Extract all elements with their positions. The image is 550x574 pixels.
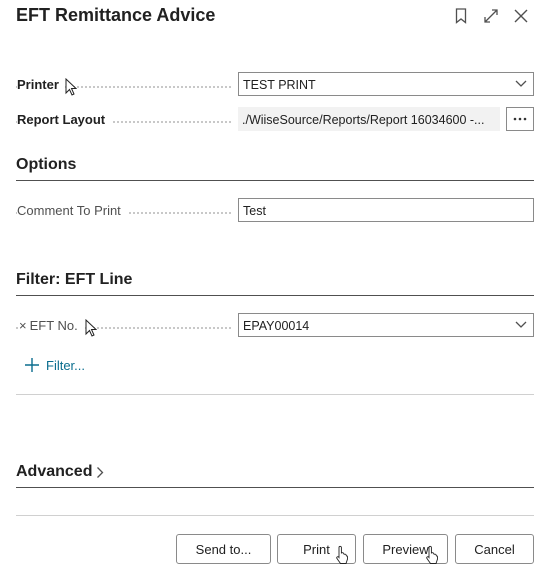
advanced-heading[interactable]: Advanced <box>16 463 534 488</box>
divider <box>16 515 534 516</box>
header-actions <box>452 6 530 26</box>
dialog-title: EFT Remittance Advice <box>16 5 216 25</box>
comment-value: Test <box>243 204 266 218</box>
comment-input[interactable]: Test <box>238 198 534 222</box>
eft-no-value: EPAY00014 <box>243 319 310 333</box>
chevron-down-icon <box>515 80 527 87</box>
advanced-label: Advanced <box>16 463 93 480</box>
printer-select[interactable]: TEST PRINT <box>238 72 534 96</box>
chevron-down-icon <box>515 321 527 328</box>
add-filter-link[interactable]: Filter... <box>24 357 85 373</box>
filter-heading: Filter: EFT Line <box>16 271 534 296</box>
more-icon <box>513 117 527 121</box>
printer-value: TEST PRINT <box>243 78 316 92</box>
comment-label: Comment To Print <box>17 203 127 218</box>
cancel-button[interactable]: Cancel <box>455 534 534 564</box>
divider <box>16 394 534 395</box>
report-layout-label: Report Layout <box>17 112 112 127</box>
hand-pointer-icon <box>336 545 348 564</box>
report-layout-field[interactable]: ./WiiseSource/Reports/Report 16034600 -.… <box>238 107 500 131</box>
report-layout-row: Report Layout ./WiiseSource/Reports/Repo… <box>16 107 534 133</box>
hand-pointer-icon <box>426 545 438 564</box>
options-heading: Options <box>16 156 534 181</box>
report-layout-value: ./WiiseSource/Reports/Report 16034600 -.… <box>242 113 485 127</box>
add-filter-label: Filter... <box>46 357 86 373</box>
close-icon[interactable] <box>512 6 530 26</box>
chevron-right-icon <box>97 466 104 478</box>
bookmark-icon[interactable] <box>452 6 470 26</box>
printer-label: Printer <box>17 77 65 92</box>
printer-row: Printer TEST PRINT <box>16 72 534 98</box>
report-layout-lookup-button[interactable] <box>506 107 534 131</box>
send-to-button[interactable]: Send to... <box>176 534 271 564</box>
plus-icon <box>25 358 39 372</box>
eft-no-select[interactable]: EPAY00014 <box>238 313 534 337</box>
eft-no-label-wrap: × EFT No. <box>19 318 84 333</box>
comment-row: Comment To Print Test <box>16 198 534 224</box>
eft-no-label: EFT No. <box>29 318 78 333</box>
expand-icon[interactable] <box>482 6 500 26</box>
mouse-pointer-icon <box>65 78 77 96</box>
remove-filter-icon[interactable]: × <box>19 318 27 333</box>
mouse-pointer-icon <box>85 319 97 337</box>
